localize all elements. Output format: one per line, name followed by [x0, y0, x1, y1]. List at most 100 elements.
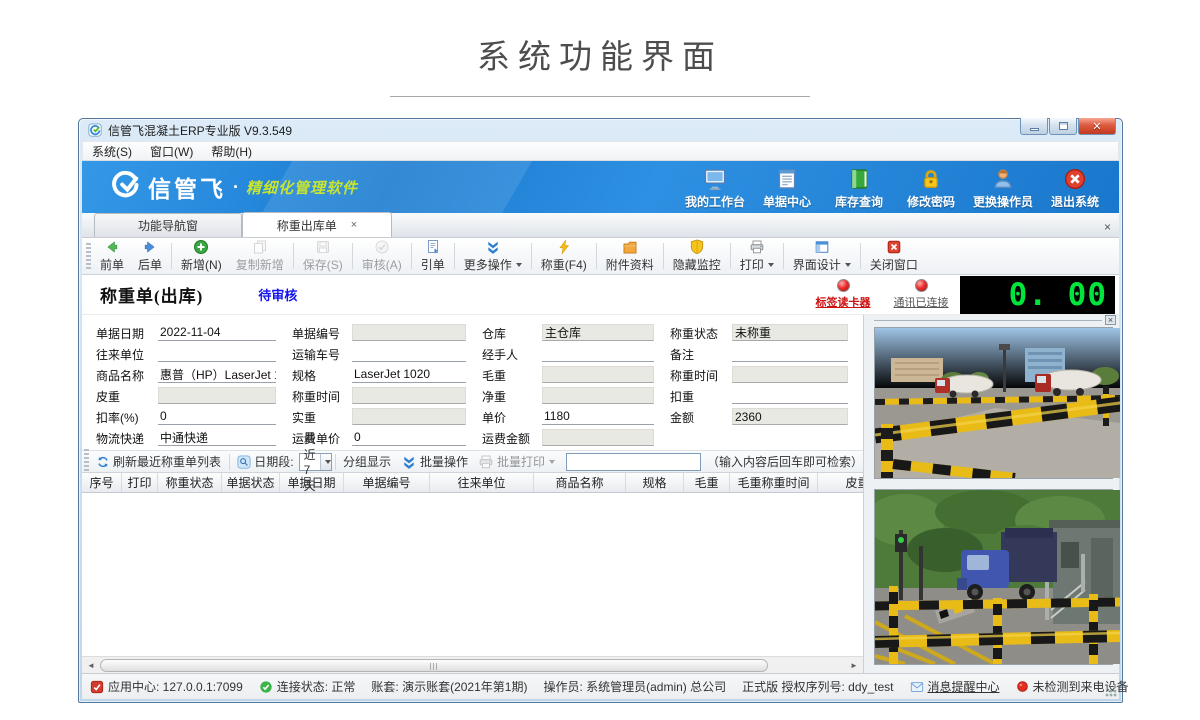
quick-action-exit-system[interactable]: 退出系统: [1039, 164, 1111, 210]
ui-design-button[interactable]: 界面设计: [786, 239, 858, 273]
quick-action-switch-operator[interactable]: 更换操作员: [967, 164, 1039, 210]
column-header-8[interactable]: 规格: [626, 473, 684, 492]
menu-item-0[interactable]: 系统(S): [83, 142, 141, 160]
scroll-left-arrow-icon[interactable]: ◄: [83, 658, 99, 673]
status-connection-status-text: 连接状态: 正常: [277, 678, 356, 695]
maximize-icon: [1059, 122, 1068, 130]
form-field-2-0[interactable]: 惠普（HP）LaserJet 1020: [158, 366, 276, 383]
more-actions-button[interactable]: 更多操作: [457, 239, 529, 273]
card-reader-indicator[interactable]: 标签读卡器: [804, 279, 882, 310]
quick-action-inventory-query[interactable]: 库存查询: [823, 164, 895, 210]
form-field-3-3[interactable]: [732, 387, 848, 404]
tabstrip-close-icon[interactable]: ×: [1104, 221, 1111, 233]
status-account-set-text: 账套: 演示账套(2021年第1期): [371, 678, 527, 695]
tab-function-nav[interactable]: 功能导航窗: [94, 213, 242, 237]
column-header-3[interactable]: 单据状态: [222, 473, 280, 492]
toolbar: 前单后单新增(N)复制新增保存(S)审核(A)引单更多操作称重(F4)附件资料隐…: [82, 238, 1119, 275]
close-button[interactable]: ✕: [1078, 118, 1116, 135]
form-field-5-1[interactable]: 0: [352, 429, 466, 446]
form-label-2-3: 称重时间: [670, 365, 728, 386]
menu-item-1[interactable]: 窗口(W): [141, 142, 202, 160]
add-button[interactable]: 新增(N): [174, 239, 229, 273]
maximize-button[interactable]: [1049, 118, 1077, 135]
doc-import-icon: [425, 239, 441, 255]
date-range-value: 最近7天: [304, 429, 320, 494]
minimize-button[interactable]: [1020, 118, 1048, 135]
brand-dot: ·: [233, 177, 239, 198]
separator: [531, 243, 532, 269]
gate-camera-photo: [874, 489, 1113, 665]
separator: [454, 243, 455, 269]
menu-item-2[interactable]: 帮助(H): [202, 142, 261, 160]
dropdown-button[interactable]: [320, 454, 331, 470]
card-reader-label[interactable]: 标签读卡器: [816, 294, 871, 310]
copy-add-button-label: 复制新增: [236, 256, 284, 273]
resize-grip[interactable]: [1105, 685, 1117, 697]
column-header-0[interactable]: 序号: [82, 473, 122, 492]
form-field-1-1[interactable]: [352, 345, 466, 362]
column-header-10[interactable]: 毛重称重时间: [730, 473, 818, 492]
column-header-1[interactable]: 打印: [122, 473, 158, 492]
print-button[interactable]: 打印: [733, 239, 781, 273]
group-display-button[interactable]: 分组显示: [338, 451, 396, 472]
column-header-7[interactable]: 商品名称: [534, 473, 626, 492]
form-field-4-2[interactable]: 1180: [542, 408, 654, 425]
scroll-right-arrow-icon[interactable]: ►: [846, 658, 862, 673]
form-field-0-0[interactable]: 2022-11-04: [158, 324, 276, 341]
form-field-4-3: 2360: [732, 408, 848, 425]
form-field-1-2[interactable]: [542, 345, 654, 362]
column-header-5[interactable]: 单据编号: [344, 473, 430, 492]
switch-operator-label: 更换操作员: [973, 193, 1033, 210]
quick-action-change-password[interactable]: 修改密码: [895, 164, 967, 210]
toolbar-grip: [86, 243, 91, 269]
quick-action-doc-center[interactable]: 单据中心: [751, 164, 823, 210]
pull-doc-button[interactable]: 引单: [414, 239, 452, 273]
refresh-icon: [96, 455, 110, 469]
card-reader-led-icon: [837, 279, 850, 292]
refresh-list-label: 刷新最近称重单列表: [113, 453, 221, 470]
camera-pane-close-icon[interactable]: ×: [1105, 315, 1116, 325]
status-message-center[interactable]: 消息提醒中心: [902, 678, 1008, 695]
form-field-1-0[interactable]: [158, 345, 276, 362]
form-label-5-2: 运费金额: [482, 428, 538, 449]
comm-label[interactable]: 通讯已连接: [894, 294, 949, 310]
refresh-list-button[interactable]: 刷新最近称重单列表: [91, 451, 226, 472]
comm-indicator[interactable]: 通讯已连接: [882, 279, 960, 310]
weigh-button[interactable]: 称重(F4): [534, 239, 594, 273]
column-header-9[interactable]: 毛重: [684, 473, 730, 492]
printer-icon: [478, 454, 494, 470]
chevron-down-icon: [325, 460, 331, 464]
quick-action-my-workspace[interactable]: 我的工作台: [679, 164, 751, 210]
more-actions-button-label-row: 更多操作: [464, 256, 522, 273]
tab-weigh-outbound[interactable]: 称重出库单×: [242, 212, 392, 237]
next-doc-button-label: 后单: [138, 256, 162, 273]
chevron-down-icon: [516, 263, 522, 267]
prev-doc-button[interactable]: 前单: [93, 239, 131, 273]
print-button-label-row: 打印: [740, 256, 774, 273]
document-title: 称重单(出库): [100, 282, 203, 307]
form-label-4-2: 单价: [482, 407, 538, 428]
column-header-11[interactable]: 皮重: [818, 473, 863, 492]
next-doc-button[interactable]: 后单: [131, 239, 169, 273]
form-empty-cell: [670, 428, 728, 449]
column-header-6[interactable]: 往来单位: [430, 473, 534, 492]
form-field-5-0[interactable]: 中通快递: [158, 429, 276, 446]
horizontal-scrollbar[interactable]: ◄ ►: [82, 656, 863, 673]
close-window-button[interactable]: 关闭窗口: [863, 239, 925, 273]
window-titlebar[interactable]: 信管飞混凝土ERP专业版 V9.3.549 ✕: [82, 119, 1119, 141]
batch-ops-button[interactable]: 批量操作: [396, 451, 473, 472]
form-field-2-1[interactable]: LaserJet 1020: [352, 366, 466, 383]
list-table-body[interactable]: [82, 493, 863, 656]
form-field-4-0[interactable]: 0: [158, 408, 276, 425]
hide-monitor-button[interactable]: 隐藏监控: [666, 239, 728, 273]
date-range-select[interactable]: 最近7天: [299, 453, 332, 471]
form-field-1-3[interactable]: [732, 345, 848, 362]
save-button-label: 保存(S): [303, 256, 343, 273]
attachments-button[interactable]: 附件资料: [599, 239, 661, 273]
app-center-icon: [90, 680, 104, 694]
tab-close-icon[interactable]: ×: [351, 219, 357, 231]
list-search-input[interactable]: [566, 453, 701, 471]
scrollbar-thumb[interactable]: [100, 659, 768, 672]
photo-splitter[interactable]: [864, 479, 1119, 487]
column-header-2[interactable]: 称重状态: [158, 473, 222, 492]
